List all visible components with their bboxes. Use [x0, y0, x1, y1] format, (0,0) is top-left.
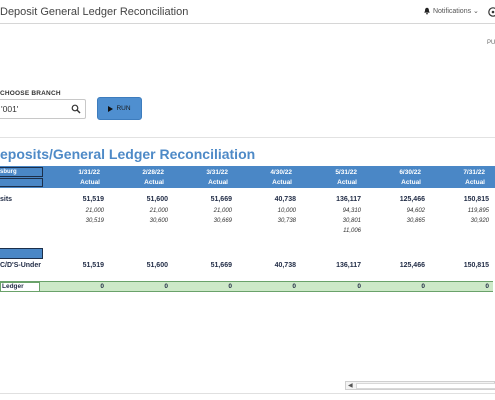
search-icon[interactable]	[71, 104, 81, 114]
branch-header-cell: sburg	[0, 167, 43, 177]
table-cell: 30,600	[149, 218, 168, 224]
settings-icon[interactable]	[487, 6, 495, 18]
table-cell: 40,738	[274, 196, 296, 203]
table-cell: 0	[357, 283, 361, 290]
run-button-label: RUN	[116, 105, 131, 112]
chevron-down-icon: ⌄	[473, 8, 479, 15]
table-cell: 150,815	[463, 262, 489, 269]
table-cell: 136,117	[336, 196, 361, 203]
column-type: Actual	[272, 179, 292, 186]
table-cell: 0	[164, 283, 168, 290]
table-cell: 125,466	[399, 196, 425, 203]
column-type: Actual	[80, 179, 100, 186]
table-cell: 51,669	[210, 262, 232, 269]
column-type: Actual	[337, 179, 357, 186]
branch-value: '001'	[1, 104, 19, 114]
side-label: PU	[487, 40, 495, 46]
table-cell: 125,466	[399, 262, 425, 269]
notifications-menu[interactable]: Notifications ⌄	[423, 7, 479, 15]
header-blank-cell	[0, 178, 43, 187]
column-date: 5/31/22	[335, 169, 357, 176]
table-cell: 0	[485, 283, 489, 290]
section-divider	[0, 137, 495, 138]
row-label-deposits: sits	[0, 196, 13, 203]
column-date: 4/30/22	[270, 169, 292, 176]
table-cell: 0	[228, 283, 232, 290]
table-cell: 51,669	[210, 196, 232, 203]
branch-filter-label: CHOOSE BRANCH	[0, 90, 61, 97]
table-cell: 40,738	[274, 262, 296, 269]
column-type: Actual	[465, 179, 485, 186]
report-title: eposits/General Ledger Reconciliation	[0, 146, 256, 162]
table-cell: 119,895	[467, 208, 489, 214]
table-cell: 30,865	[406, 218, 425, 224]
column-type: Actual	[208, 179, 228, 186]
column-type: Actual	[401, 179, 421, 186]
page-title: Deposit General Ledger Reconciliation	[0, 6, 189, 18]
table-cell: 51,519	[82, 196, 104, 203]
table-cell: 10,000	[277, 208, 296, 214]
table-cell: 30,738	[277, 218, 296, 224]
column-date: 6/30/22	[399, 169, 421, 176]
table-cell: 51,600	[146, 196, 168, 203]
table-cell: 30,669	[213, 218, 232, 224]
table-cell: 21,000	[149, 208, 168, 214]
table-cell: 51,600	[146, 262, 168, 269]
table-cell: 30,920	[470, 218, 489, 224]
sub-toolbar	[0, 24, 495, 54]
column-date: 2/28/22	[142, 169, 164, 176]
table-cell: 94,310	[342, 208, 361, 214]
column-type: Actual	[144, 179, 164, 186]
horizontal-scrollbar[interactable]: ◀	[345, 381, 495, 390]
column-date: 7/31/22	[463, 169, 485, 176]
table-cell: 0	[292, 283, 296, 290]
column-date: 1/31/22	[78, 169, 100, 176]
table-cell: 30,519	[85, 218, 104, 224]
branch-search-input[interactable]: '001'	[0, 99, 86, 119]
table-cell: 0	[100, 283, 104, 290]
table-cell: 11,006	[343, 228, 361, 234]
table-cell: 136,117	[336, 262, 361, 269]
scrollbar-thumb[interactable]	[356, 383, 495, 389]
notifications-label: Notifications	[432, 8, 472, 15]
scroll-left-icon[interactable]: ◀	[348, 382, 353, 389]
run-button[interactable]: RUN	[97, 97, 142, 120]
row-label-ledger: Ledger	[0, 282, 40, 292]
bell-icon	[424, 7, 430, 15]
table-cell: 150,815	[463, 196, 489, 203]
table-cell: 51,519	[82, 262, 104, 269]
table-cell: 0	[421, 283, 425, 290]
bottom-divider	[0, 393, 495, 394]
table-cell: 30,801	[342, 218, 361, 224]
group-header-cell	[0, 248, 43, 259]
table-cell: 21,000	[85, 208, 104, 214]
play-icon	[108, 105, 114, 112]
table-cell: 94,602	[406, 208, 425, 214]
table-cell: 21,000	[213, 208, 232, 214]
row-label-under: C/D'S-Under	[0, 262, 41, 269]
column-date: 3/31/22	[206, 169, 228, 176]
